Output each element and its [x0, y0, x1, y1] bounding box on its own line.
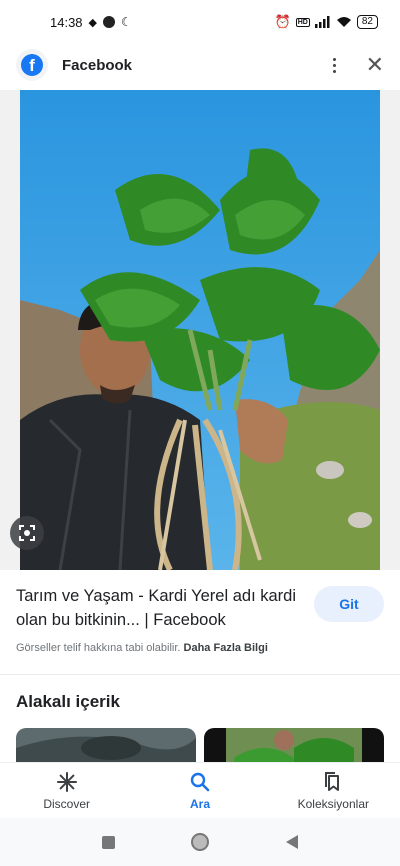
source-header: f Facebook ✕ — [0, 44, 400, 86]
bottom-navigation: Discover Ara Koleksiyonlar — [0, 762, 400, 818]
asterisk-icon — [56, 771, 77, 792]
home-icon[interactable] — [190, 833, 209, 851]
search-icon — [190, 772, 210, 791]
status-time: 14:38 — [50, 14, 83, 30]
result-title[interactable]: Tarım ve Yaşam - Kardi Yerel adı kardi o… — [16, 584, 306, 632]
copyright-text: Görseller telif hakkına tabi olabilir. — [16, 642, 181, 654]
divider — [0, 674, 400, 675]
nav-discover-label: Discover — [43, 796, 90, 811]
wifi-icon — [336, 17, 351, 27]
signal-icon — [314, 16, 330, 28]
moon-icon: ☾ — [121, 15, 132, 29]
nav-collections[interactable]: Koleksiyonlar — [267, 763, 400, 818]
recents-icon[interactable] — [101, 835, 115, 849]
result-image[interactable] — [20, 90, 380, 570]
volte-icon: HD — [295, 17, 310, 27]
nav-discover[interactable]: Discover — [0, 763, 133, 818]
copyright-notice: Görseller telif hakkına tabi olabilir. D… — [16, 642, 268, 654]
alarm-icon: ⏰ — [274, 14, 291, 29]
facebook-logo-icon: f — [16, 49, 48, 81]
related-heading: Alakalı içerik — [16, 692, 120, 711]
bookmarks-icon — [325, 771, 340, 791]
battery-indicator: 82 — [356, 15, 378, 29]
source-name[interactable]: Facebook — [62, 57, 132, 74]
diamond-icon: ◆ — [88, 16, 98, 29]
learn-more-link[interactable]: Daha Fazla Bilgi — [184, 642, 268, 654]
lens-search-icon[interactable] — [10, 516, 44, 550]
visit-button[interactable]: Git — [314, 586, 384, 622]
nav-search-label: Ara — [189, 796, 210, 811]
system-navigation-bar — [0, 818, 400, 866]
result-info: Tarım ve Yaşam - Kardi Yerel adı kardi o… — [16, 584, 384, 632]
close-icon[interactable]: ✕ — [366, 54, 384, 76]
more-options-icon[interactable] — [329, 54, 340, 77]
status-bar: 14:38 ◆ ☾ ⏰ HD 82 — [0, 0, 400, 44]
nav-collections-label: Koleksiyonlar — [297, 796, 369, 811]
blocked-icon — [103, 16, 116, 28]
back-icon[interactable] — [285, 834, 299, 850]
nav-search[interactable]: Ara — [133, 763, 266, 818]
image-preview — [0, 90, 400, 570]
